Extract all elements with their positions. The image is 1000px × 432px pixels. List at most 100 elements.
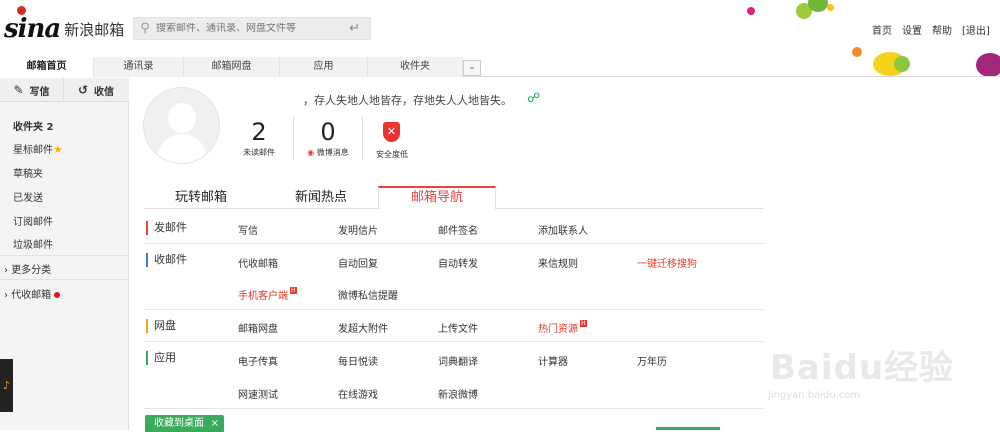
avatar[interactable] <box>143 87 220 164</box>
star-icon: ★ <box>53 143 63 156</box>
link-auto-forward[interactable]: 自动转发 <box>438 255 478 270</box>
profile-motto[interactable]: ，存人失地人地皆存，存地失人人地皆失。 <box>303 92 512 108</box>
stat-weibo-label: ◉ 微博消息 <box>307 148 349 157</box>
hot-badge: H <box>290 287 297 294</box>
sidebar-item-subscriptions[interactable]: 订阅邮件 <box>13 213 53 228</box>
tab-netdisk[interactable]: 邮箱网盘 <box>184 57 280 77</box>
stat-security[interactable]: 安全度低 <box>369 148 415 160</box>
link-e-fax[interactable]: 电子传真 <box>238 353 278 368</box>
logo-text: sina <box>4 6 61 44</box>
compose-icon: ✎ <box>13 83 24 97</box>
stat-unread-count: 2 <box>251 118 267 146</box>
hot-badge: H <box>580 320 587 327</box>
search-input[interactable] <box>156 23 336 34</box>
category-apps: 应用 <box>146 351 176 365</box>
link-migrate-sogou[interactable]: 一键迁移搜狗 <box>637 255 697 270</box>
search-box[interactable]: ⚲ ↵ <box>133 17 371 40</box>
link-auto-reply[interactable]: 自动回复 <box>338 255 378 270</box>
watermark-logo: Baidu经验 <box>770 348 955 388</box>
stat-security-label: 安全度低 <box>376 150 408 159</box>
link-daily-read[interactable]: 每日悦读 <box>338 353 378 368</box>
sidebar-item-label: 更多分类 <box>11 265 52 276</box>
link-home[interactable]: 首页 <box>872 22 892 37</box>
tab-apps[interactable]: 应用 <box>280 57 368 77</box>
sidebar-item-starred[interactable]: 星标邮件★ <box>13 141 63 156</box>
enter-icon[interactable]: ↵ <box>349 21 360 36</box>
link-speed-test[interactable]: 网速测试 <box>238 386 278 401</box>
compose-button[interactable]: ✎ 写信 <box>0 78 64 102</box>
link-help[interactable]: 帮助 <box>932 22 952 37</box>
receive-button[interactable]: ↺ 收信 <box>64 78 128 102</box>
watermark-url: jingyan.baidu.com <box>768 390 861 401</box>
link-mail-netdisk[interactable]: 邮箱网盘 <box>238 320 278 335</box>
sidebar-item-agent-mailbox[interactable]: › 代收邮箱 <box>4 286 61 301</box>
link-write[interactable]: 写信 <box>238 222 258 237</box>
refresh-icon: ↺ <box>77 83 89 97</box>
save-to-desktop-button[interactable]: 收藏到桌面 × <box>145 415 224 432</box>
tab-news[interactable]: 新闻热点 <box>274 186 368 209</box>
save-to-desktop-label: 收藏到桌面 <box>154 418 204 429</box>
tab-contacts[interactable]: 通讯录 <box>94 57 184 77</box>
link-weibo-pm-alert[interactable]: 微博私信提醒 <box>338 287 398 302</box>
sidebar-item-drafts[interactable]: 草稿夹 <box>13 165 43 180</box>
chevron-right-icon: › <box>4 265 8 276</box>
link-sina-weibo[interactable]: 新浪微博 <box>438 386 478 401</box>
compose-row: ✎ 写信 ↺ 收信 <box>0 78 129 102</box>
link-postcard[interactable]: 发明信片 <box>338 222 378 237</box>
tab-mail-navigation[interactable]: 邮箱导航 <box>378 186 496 210</box>
tab-mail-tips[interactable]: 玩转邮箱 <box>154 186 248 209</box>
section-divider <box>144 408 764 409</box>
link-add-contact[interactable]: 添加联系人 <box>538 222 588 237</box>
link-online-games[interactable]: 在线游戏 <box>338 386 378 401</box>
stat-divider <box>293 117 294 161</box>
compose-label: 写信 <box>29 86 50 98</box>
sidebar-item-inbox[interactable]: 收件夹 2 <box>13 118 53 133</box>
chevron-down-icon[interactable]: ⌄ <box>463 60 481 76</box>
link-calendar[interactable]: 万年历 <box>637 353 667 368</box>
link-logout[interactable]: [退出] <box>962 22 990 37</box>
search-icon[interactable]: ⚲ <box>134 21 156 36</box>
logo-eye-icon <box>17 6 26 15</box>
link-settings[interactable]: 设置 <box>902 22 922 37</box>
link-upload-file[interactable]: 上传文件 <box>438 320 478 335</box>
tab-inbox[interactable]: 收件夹 <box>368 57 463 77</box>
category-receive: 收邮件 <box>146 253 187 267</box>
stat-weibo[interactable]: 0 ◉ 微博消息 <box>300 118 356 158</box>
link-mobile-client[interactable]: 手机客户端H <box>238 287 297 302</box>
music-icon[interactable]: ♪ <box>0 359 13 412</box>
link-mail-rules[interactable]: 来信规则 <box>538 255 578 270</box>
sidebar-item-sent[interactable]: 已发送 <box>13 189 43 204</box>
receive-label: 收信 <box>94 86 115 98</box>
sidebar-item-label: 星标邮件 <box>13 145 53 156</box>
logo-mail-name: 新浪邮箱 <box>64 20 125 39</box>
sidebar-divider <box>0 279 129 280</box>
sidebar: ✎ 写信 ↺ 收信 收件夹 2 星标邮件★ 草稿夹 已发送 订阅邮件 垃圾邮件 … <box>0 78 129 430</box>
share-icon[interactable]: ☍ <box>527 91 540 106</box>
sina-logo[interactable]: sina 新浪邮箱 <box>4 6 125 44</box>
top-links: 首页 设置 帮助 [退出] <box>872 22 990 37</box>
stat-divider <box>362 117 363 161</box>
section-divider <box>144 243 764 244</box>
category-netdisk: 网盘 <box>146 319 176 333</box>
section-divider <box>144 341 764 342</box>
chevron-right-icon: › <box>4 290 8 301</box>
tab-mail-home[interactable]: 邮箱首页 <box>0 57 94 77</box>
link-signature[interactable]: 邮件签名 <box>438 222 478 237</box>
link-hot-resources[interactable]: 热门资源H <box>538 320 587 335</box>
link-agent-mailbox[interactable]: 代收邮箱 <box>238 255 278 270</box>
section-divider <box>144 309 764 310</box>
main-nav: 邮箱首页 通讯录 邮箱网盘 应用 收件夹 ⌄ <box>0 57 1000 77</box>
link-dictionary[interactable]: 词典翻译 <box>438 353 478 368</box>
link-calculator[interactable]: 计算器 <box>538 353 568 368</box>
stat-unread[interactable]: 2 未读邮件 <box>235 118 283 158</box>
sidebar-item-more-categories[interactable]: › 更多分类 <box>4 261 51 276</box>
close-icon[interactable]: × <box>211 415 219 432</box>
notification-dot <box>54 292 61 298</box>
sidebar-item-spam[interactable]: 垃圾邮件 <box>13 236 53 251</box>
baidu-watermark: Baidu经验 jingyan.baidu.com <box>768 340 955 401</box>
shield-icon[interactable]: ✕ <box>383 122 400 142</box>
link-large-attachment[interactable]: 发超大附件 <box>338 320 388 335</box>
weibo-icon: ◉ <box>307 148 315 157</box>
content-tabs: 玩转邮箱 新闻热点 邮箱导航 <box>144 186 764 210</box>
stat-weibo-count: 0 <box>320 118 336 146</box>
